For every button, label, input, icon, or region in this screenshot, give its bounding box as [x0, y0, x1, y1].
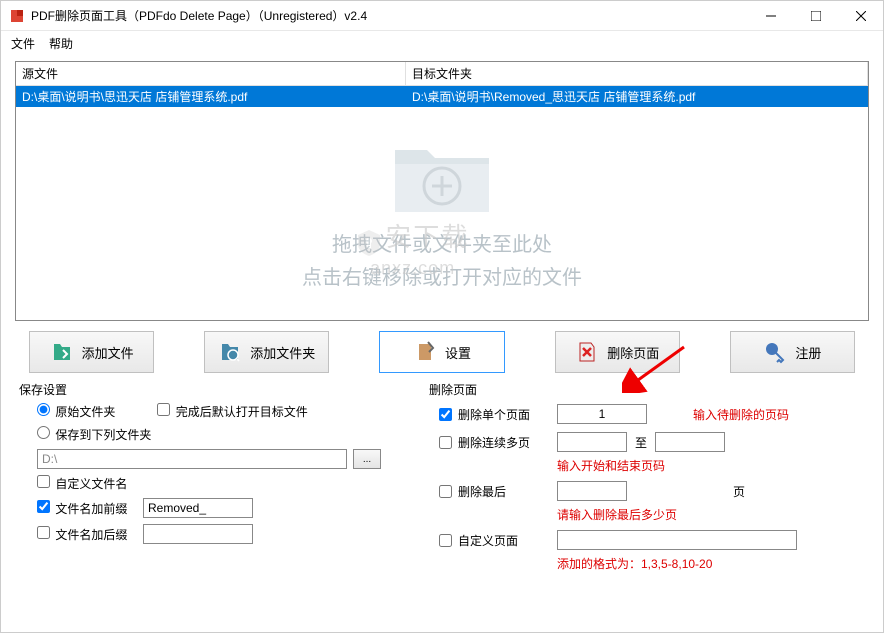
suffix-input[interactable]	[143, 524, 253, 544]
column-source[interactable]: 源文件	[16, 62, 406, 85]
hint-single: 输入待删除的页码	[693, 406, 789, 423]
file-row[interactable]: D:\桌面\说明书\思迅天店 店铺管理系统.pdf D:\桌面\说明书\Remo…	[16, 86, 868, 107]
add-file-icon	[50, 340, 74, 364]
check-suffix[interactable]: 文件名加后缀	[37, 526, 137, 543]
browse-button[interactable]: ...	[353, 449, 381, 469]
hint-range: 输入开始和结束页码	[557, 459, 665, 473]
app-icon	[9, 8, 25, 24]
settings-button[interactable]: 设置	[379, 331, 504, 373]
save-path-input[interactable]	[37, 449, 347, 469]
save-settings-title: 保存设置	[15, 379, 415, 400]
menu-help[interactable]: 帮助	[49, 35, 73, 51]
add-file-button[interactable]: 添加文件	[29, 331, 154, 373]
single-page-input[interactable]	[557, 404, 647, 424]
check-prefix[interactable]: 文件名加前缀	[37, 500, 137, 517]
radio-custom-folder[interactable]: 保存到下列文件夹	[37, 426, 151, 443]
check-delete-custom[interactable]: 自定义页面	[439, 532, 549, 549]
hint-custom: 添加的格式为：1,3,5-8,10-20	[557, 557, 712, 571]
delete-page-icon	[575, 340, 599, 364]
register-icon	[763, 340, 787, 364]
range-to-input[interactable]	[655, 432, 725, 452]
window-title: PDF删除页面工具（PDFdo Delete Page）（Unregistere…	[31, 7, 748, 24]
last-pages-input[interactable]	[557, 481, 627, 501]
maximize-button[interactable]	[793, 1, 838, 30]
prefix-input[interactable]	[143, 498, 253, 518]
delete-settings-title: 删除页面	[425, 379, 869, 400]
settings-icon	[413, 340, 437, 364]
drop-hint-line1: 拖拽文件或文件夹至此处	[332, 228, 552, 257]
minimize-button[interactable]	[748, 1, 793, 30]
file-source-cell: D:\桌面\说明书\思迅天店 店铺管理系统.pdf	[16, 86, 406, 107]
hint-last: 请输入删除最后多少页	[557, 508, 677, 522]
file-target-cell: D:\桌面\说明书\Removed_思迅天店 店铺管理系统.pdf	[406, 86, 868, 107]
register-button[interactable]: 注册	[730, 331, 855, 373]
check-open-after[interactable]: 完成后默认打开目标文件	[157, 403, 307, 420]
check-delete-last[interactable]: 删除最后	[439, 483, 549, 500]
add-folder-icon	[218, 340, 242, 364]
file-list-area[interactable]: 源文件 目标文件夹 D:\桌面\说明书\思迅天店 店铺管理系统.pdf D:\桌…	[15, 61, 869, 321]
check-delete-single[interactable]: 删除单个页面	[439, 406, 549, 423]
range-from-input[interactable]	[557, 432, 627, 452]
delete-page-button[interactable]: 删除页面	[555, 331, 680, 373]
menu-file[interactable]: 文件	[11, 35, 35, 51]
radio-original-folder[interactable]: 原始文件夹	[37, 403, 115, 420]
drop-hint-line2: 点击右键移除或打开对应的文件	[302, 261, 582, 290]
close-button[interactable]	[838, 1, 883, 30]
check-delete-range[interactable]: 删除连续多页	[439, 434, 549, 451]
add-folder-button[interactable]: 添加文件夹	[204, 331, 329, 373]
column-target[interactable]: 目标文件夹	[406, 62, 868, 85]
drop-folder-icon	[387, 132, 497, 222]
check-custom-filename[interactable]: 自定义文件名	[37, 475, 137, 492]
custom-pages-input[interactable]	[557, 530, 797, 550]
watermark: 安下载 anxz.com	[356, 217, 469, 279]
